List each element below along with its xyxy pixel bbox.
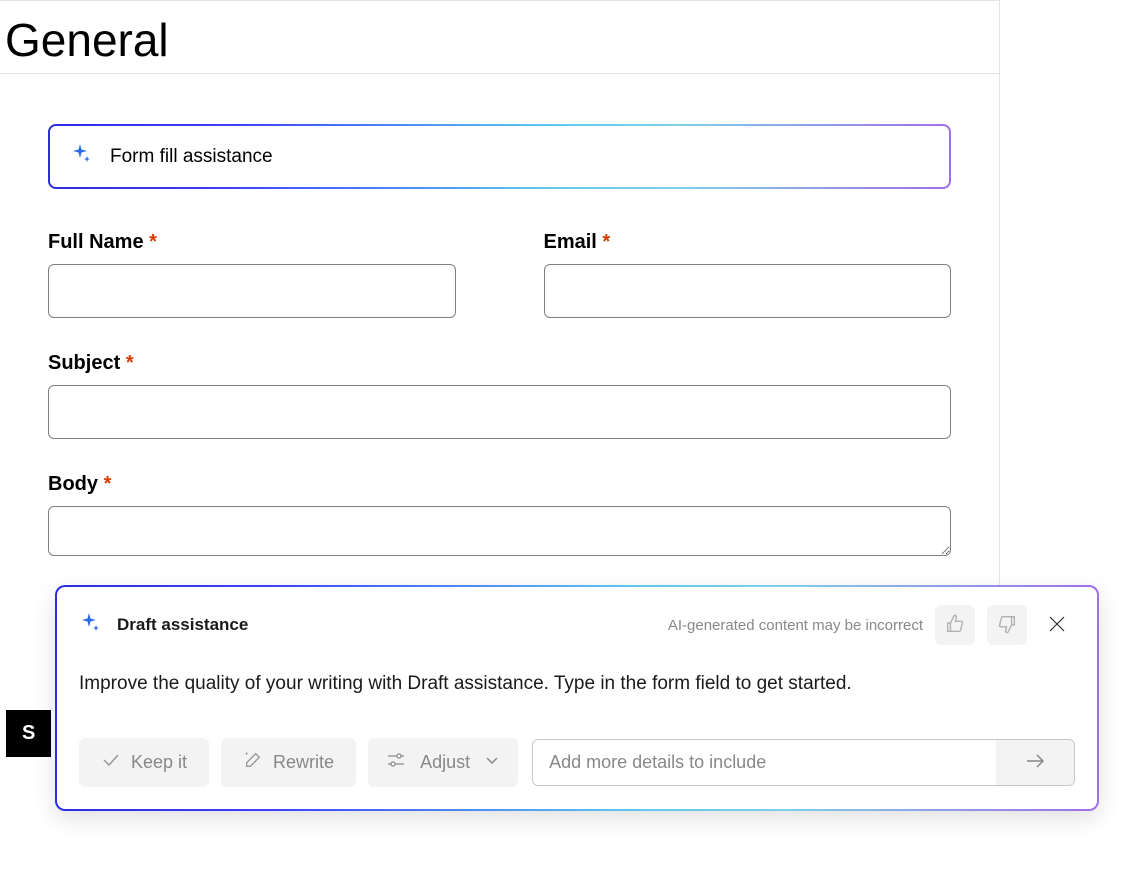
thumbs-up-icon [944, 613, 966, 638]
close-button[interactable] [1039, 607, 1075, 643]
form-row-name-email: Full Name * Email * [48, 231, 951, 318]
draft-description: Improve the quality of your writing with… [79, 671, 1075, 698]
fullname-label: Full Name * [48, 231, 456, 254]
keep-it-button[interactable]: Keep it [79, 738, 209, 787]
form-area: Form fill assistance Full Name * Email * [0, 74, 999, 625]
form-group-fullname: Full Name * [48, 231, 456, 318]
check-icon [101, 750, 121, 775]
draft-title: Draft assistance [117, 615, 248, 635]
form-fill-assistance-banner[interactable]: Form fill assistance [48, 124, 951, 189]
details-input-wrapper [532, 739, 1075, 786]
thumbs-down-icon [996, 613, 1018, 638]
thumbs-up-button[interactable] [935, 605, 975, 645]
draft-actions: Keep it Rewrite [79, 738, 1075, 787]
draft-assistance-panel: Draft assistance AI-generated content ma… [55, 585, 1099, 811]
sparkle-icon [79, 611, 103, 640]
chevron-down-icon [484, 752, 500, 773]
email-label: Email * [544, 231, 952, 254]
subject-input[interactable] [48, 385, 951, 439]
rewrite-icon [243, 750, 263, 775]
form-group-email: Email * [544, 231, 952, 318]
ai-disclaimer: AI-generated content may be incorrect [668, 617, 923, 634]
form-group-subject: Subject * [48, 352, 951, 439]
adjust-button[interactable]: Adjust [368, 738, 518, 787]
send-button[interactable] [996, 740, 1074, 785]
body-textarea[interactable] [48, 506, 951, 556]
body-label: Body * [48, 473, 951, 496]
adjust-icon [386, 750, 406, 775]
page-container: General Form fill assistance Full Name * [0, 0, 1000, 625]
arrow-right-icon [1023, 749, 1047, 776]
subject-label: Subject * [48, 352, 951, 375]
form-group-body: Body * [48, 473, 951, 561]
email-input[interactable] [544, 264, 952, 318]
page-title: General [0, 1, 999, 74]
details-input[interactable] [533, 740, 996, 785]
fullname-input[interactable] [48, 264, 456, 318]
close-icon [1048, 615, 1066, 636]
draft-header: Draft assistance AI-generated content ma… [79, 605, 1075, 645]
rewrite-button[interactable]: Rewrite [221, 738, 356, 787]
submit-button-partial[interactable]: S [6, 710, 51, 757]
sparkle-icon [70, 142, 94, 171]
banner-text: Form fill assistance [110, 146, 273, 168]
thumbs-down-button[interactable] [987, 605, 1027, 645]
